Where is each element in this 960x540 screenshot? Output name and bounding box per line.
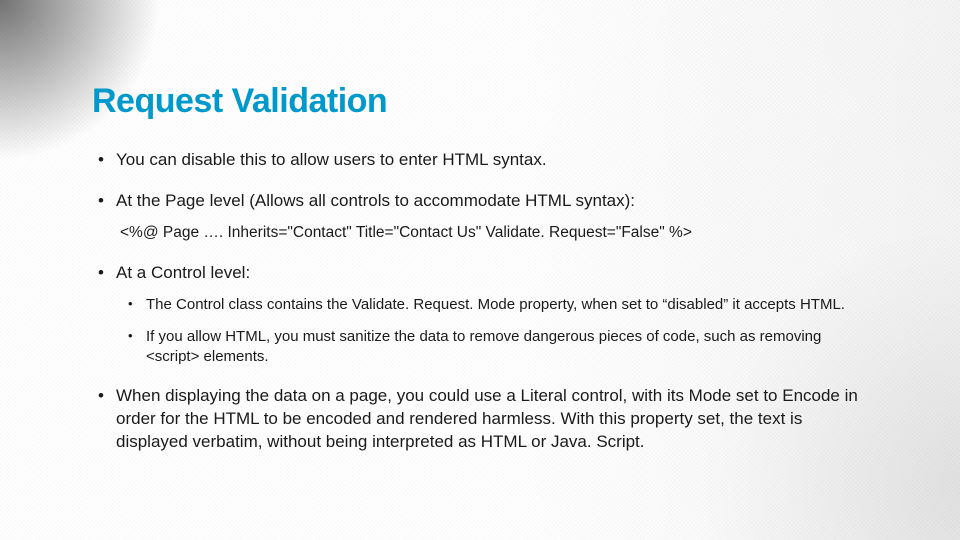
sub-bullet-text: If you allow HTML, you must sanitize the… — [146, 328, 821, 365]
bullet-item: At the Page level (Allows all controls t… — [92, 190, 870, 244]
bullet-list: You can disable this to allow users to e… — [92, 149, 870, 454]
sub-bullet-item: The Control class contains the Validate.… — [124, 295, 870, 315]
sub-bullet-text: The Control class contains the Validate.… — [146, 296, 845, 313]
bullet-item: You can disable this to allow users to e… — [92, 149, 870, 172]
bullet-text: At a Control level: — [116, 263, 250, 282]
slide-content: Request Validation You can disable this … — [0, 0, 960, 454]
sub-bullet-list: The Control class contains the Validate.… — [124, 295, 870, 368]
bullet-text: At the Page level (Allows all controls t… — [116, 191, 635, 210]
bullet-item: When displaying the data on a page, you … — [92, 385, 870, 454]
code-snippet: <%@ Page …. Inherits="Contact" Title="Co… — [120, 223, 870, 244]
bullet-text: You can disable this to allow users to e… — [116, 150, 547, 169]
bullet-text: When displaying the data on a page, you … — [116, 386, 858, 451]
sub-bullet-item: If you allow HTML, you must sanitize the… — [124, 327, 870, 368]
slide-title: Request Validation — [92, 82, 870, 121]
bullet-item: At a Control level: The Control class co… — [92, 262, 870, 368]
